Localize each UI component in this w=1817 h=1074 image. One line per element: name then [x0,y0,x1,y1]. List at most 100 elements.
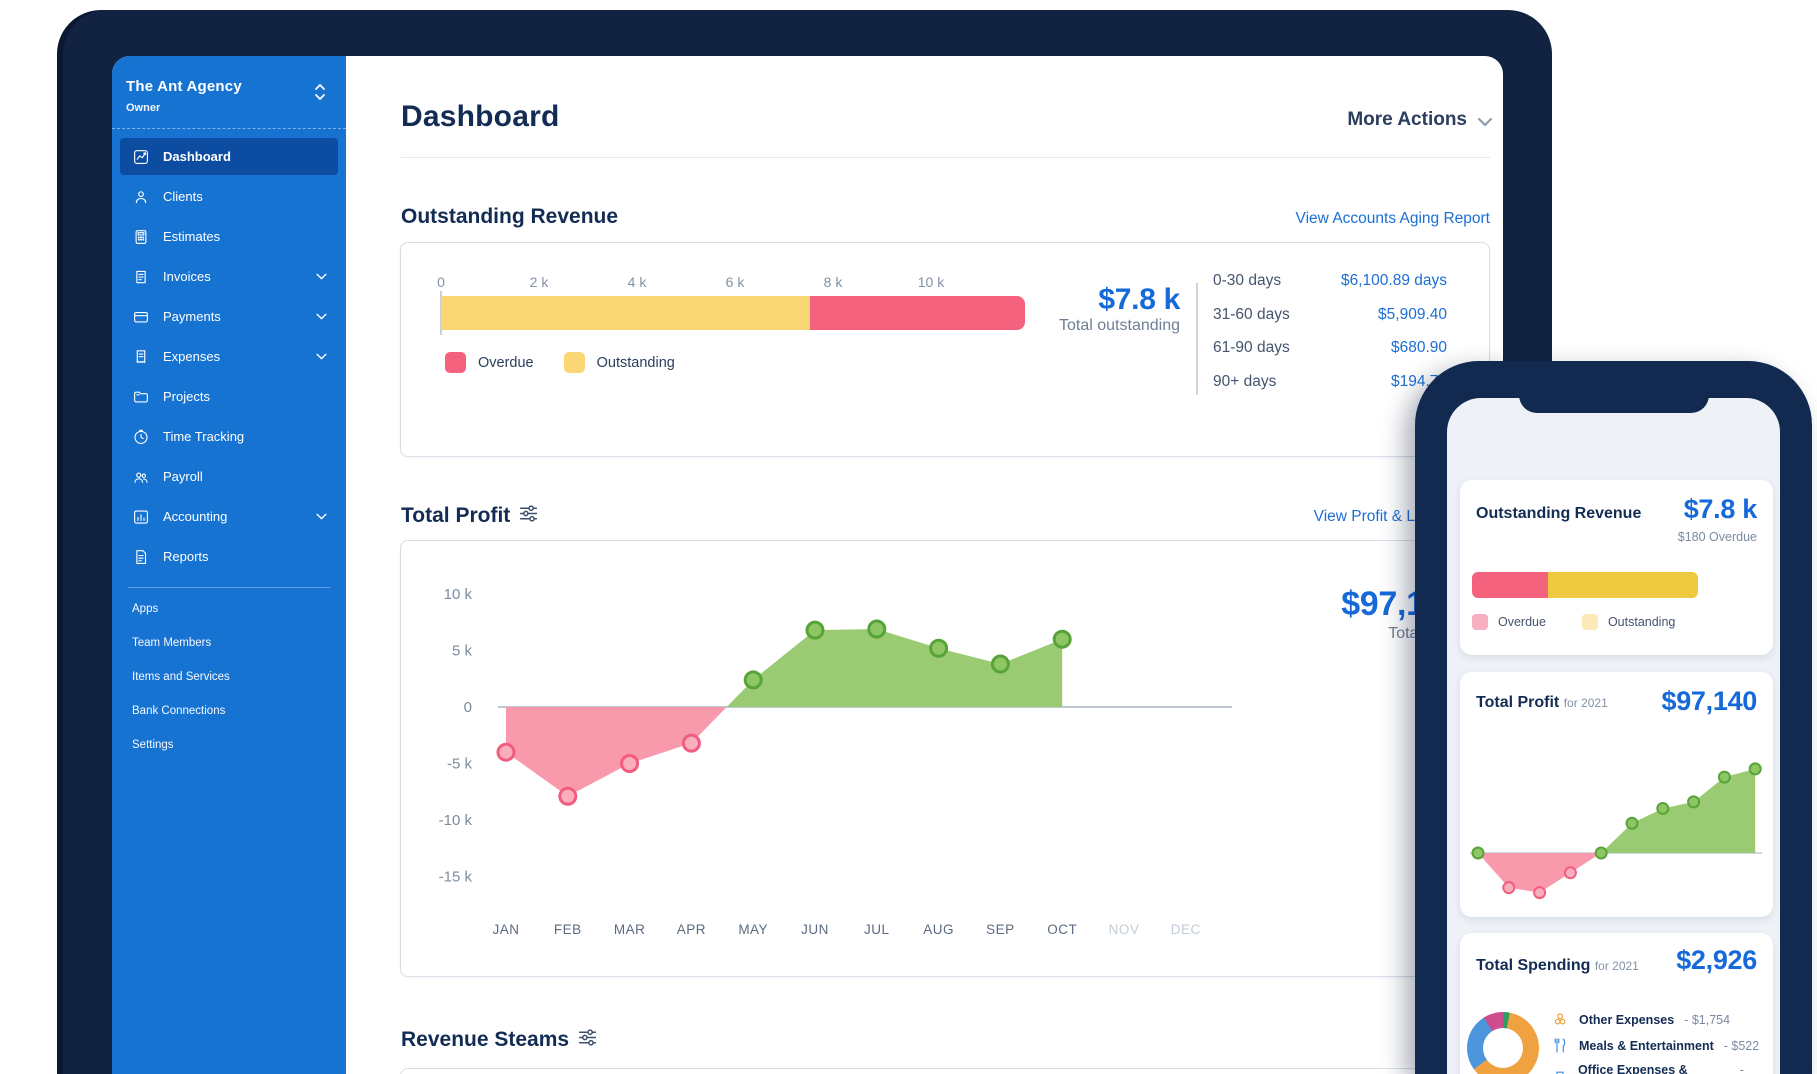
sidebar-item-label: Time Tracking [163,429,244,444]
sidebar-item-label: Payments [163,309,221,324]
total-profit-filter-icon[interactable] [518,503,539,529]
phone-outstanding-title: Outstanding Revenue [1476,505,1641,523]
phone-profit-period: for 2021 [1564,696,1608,710]
reports-icon [132,548,150,566]
sidebar-item-items-and-services[interactable]: Items and Services [112,660,346,694]
sidebar-header: The Ant Agency Owner [112,56,346,128]
data-point [1688,796,1699,807]
spending-item-name: Other Expenses [1579,1013,1674,1027]
org-collapse-icon[interactable] [310,80,330,104]
y-tick-label: 10 k [444,586,473,603]
y-tick-label: -10 k [439,812,473,829]
phone-spending-period: for 2021 [1595,959,1639,973]
data-point [807,622,823,638]
sidebar-item-projects[interactable]: Projects [120,378,338,415]
legend-label: Overdue [1498,615,1546,629]
org-name: The Ant Agency [126,78,332,95]
month-label: FEB [554,922,582,937]
sidebar: The Ant Agency Owner Dashboard ClientsEst… [112,56,346,1074]
more-actions-button[interactable]: More Actions [1347,109,1467,131]
sidebar-item-label: Reports [163,549,209,564]
sidebar-item-label: Expenses [163,349,220,364]
sidebar-item-reports[interactable]: Reports [120,538,338,575]
sidebar-item-label: Projects [163,389,210,404]
sidebar-item-expenses[interactable]: Expenses [120,338,338,375]
aging-label: 0-30 days [1213,272,1281,290]
phone-outstanding-bar [1472,572,1698,598]
payroll-icon [132,468,150,486]
sidebar-item-label: Accounting [163,509,227,524]
data-point [1657,803,1668,814]
data-point [1503,882,1514,893]
month-label: MAY [738,922,768,937]
month-label: OCT [1047,922,1077,937]
phone-bar-segment-outstanding [1548,572,1698,598]
view-accounts-aging-report-link[interactable]: View Accounts Aging Report [1296,210,1490,228]
month-label: SEP [986,922,1015,937]
data-point [1534,887,1545,898]
sidebar-item-label: Invoices [163,269,211,284]
sidebar-item-bank-connections[interactable]: Bank Connections [112,694,346,728]
phone-legend-item-overdue: Overdue [1472,614,1546,630]
sidebar-item-invoices[interactable]: Invoices [120,258,338,295]
sidebar-item-label: Dashboard [163,149,231,164]
sidebar-item-payments[interactable]: Payments [120,298,338,335]
office-icon [1552,1069,1568,1074]
total-profit-title: Total Profit [401,504,510,528]
invoices-icon [132,268,150,286]
spending-item-meals: Meals & Entertainment- $522 [1552,1037,1759,1054]
spending-item-name: Office Expenses & Postage [1578,1063,1730,1074]
chevron-down-icon [315,270,328,286]
aging-row: 61-90 days$680.90 [1213,339,1447,361]
phone-profit-card[interactable]: Total Profit for 2021 $97,140 [1460,672,1773,917]
spending-item-amount: - $1,754 [1684,1013,1730,1027]
page-title: Dashboard [401,100,560,134]
revenue-streams-title: Revenue Steams [401,1028,569,1052]
total-outstanding-label: Total outstanding [1059,317,1180,335]
phone-outstanding-card[interactable]: Outstanding Revenue $7.8 k $180 Overdue … [1460,480,1773,655]
y-tick-label: -15 k [439,869,473,886]
bar-segment-overdue [810,296,1025,330]
spending-donut-chart [1467,1012,1539,1074]
sidebar-item-accounting[interactable]: Accounting [120,498,338,535]
data-point [622,756,638,772]
expenses-icon [132,348,150,366]
sidebar-item-time-tracking[interactable]: Time Tracking [120,418,338,455]
legend-item-overdue: Overdue [445,352,534,373]
legend-swatch [564,352,585,373]
header-divider [401,157,1490,158]
aging-row: 0-30 days $6,100.89 days [1213,272,1447,294]
projects-icon [132,388,150,406]
spending-item-office: Office Expenses & Postage - $335 [1552,1063,1773,1074]
phone-outstanding-sub: $180 Overdue [1678,530,1757,544]
month-label: DEC [1171,922,1201,937]
aging-value: $680.90 [1391,339,1447,357]
phone-profit-title: Total Profit for 2021 [1476,694,1608,712]
aging-value: $6,100.89 days [1341,272,1447,290]
sidebar-item-payroll[interactable]: Payroll [120,458,338,495]
data-point [683,735,699,751]
spending-item-amount: - $335 [1740,1063,1773,1074]
sidebar-item-clients[interactable]: Clients [120,178,338,215]
sidebar-item-settings[interactable]: Settings [112,728,346,762]
phone-legend-item-outstanding: Outstanding [1582,614,1675,630]
spending-item-name: Meals & Entertainment [1579,1039,1714,1053]
month-label: JUN [801,922,829,937]
data-point [1596,848,1607,859]
phone-spending-card[interactable]: Total Spending for 2021 $2,926 Other Exp… [1460,933,1773,1074]
aging-label: 31-60 days [1213,306,1290,324]
chevron-down-icon [315,510,328,526]
data-point [869,621,885,637]
sidebar-item-apps[interactable]: Apps [112,592,346,626]
data-point [560,788,576,804]
sidebar-item-dashboard[interactable]: Dashboard [120,138,338,175]
y-tick-label: 5 k [452,643,473,660]
sidebar-item-team-members[interactable]: Team Members [112,626,346,660]
data-point [992,656,1008,672]
revenue-streams-filter-icon[interactable] [577,1027,598,1053]
legend-label: Overdue [478,355,534,371]
legend-label: Outstanding [1608,615,1675,629]
sidebar-item-estimates[interactable]: Estimates [120,218,338,255]
data-point [1565,867,1576,878]
profit-area [1601,769,1755,853]
